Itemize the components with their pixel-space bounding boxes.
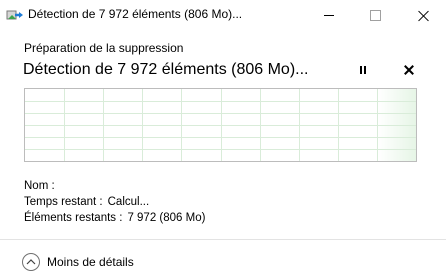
operation-subtitle: Préparation de la suppression [24, 41, 184, 55]
cancel-button[interactable] [399, 62, 419, 78]
delete-files-icon [6, 10, 23, 20]
window-title: Détection de 7 972 éléments (806 Mo)... [28, 7, 243, 21]
footer-divider [0, 239, 446, 240]
items-remaining-value: 7 972 (806 Mo) [127, 212, 206, 224]
items-remaining-row: Éléments restants : 7 972 (806 Mo) [24, 211, 205, 225]
time-remaining-value: Calcul... [107, 196, 150, 208]
chevron-up-icon [22, 253, 40, 271]
time-remaining-label: Temps restant : [24, 196, 103, 208]
less-details-label: Moins de détails [47, 255, 134, 269]
cancel-icon [404, 65, 414, 75]
minimize-button[interactable] [306, 0, 352, 30]
progress-graph [24, 88, 417, 162]
title-bar: Détection de 7 972 éléments (806 Mo)... [0, 0, 446, 30]
operation-title: Détection de 7 972 éléments (806 Mo)... [23, 61, 309, 78]
maximize-button[interactable] [352, 0, 398, 30]
progress-graph-grid [25, 89, 416, 161]
name-label: Nom : [24, 180, 55, 192]
close-icon [418, 10, 429, 21]
items-remaining-label: Éléments restants : [24, 212, 123, 224]
close-button[interactable] [400, 0, 446, 30]
minimize-icon [324, 14, 334, 16]
time-remaining-row: Temps restant : Calcul... [24, 195, 149, 209]
pause-icon [359, 66, 367, 74]
name-row: Nom : [24, 179, 60, 193]
pause-button[interactable] [353, 62, 373, 78]
less-details-toggle[interactable]: Moins de détails [22, 252, 134, 272]
maximize-icon [369, 9, 381, 21]
